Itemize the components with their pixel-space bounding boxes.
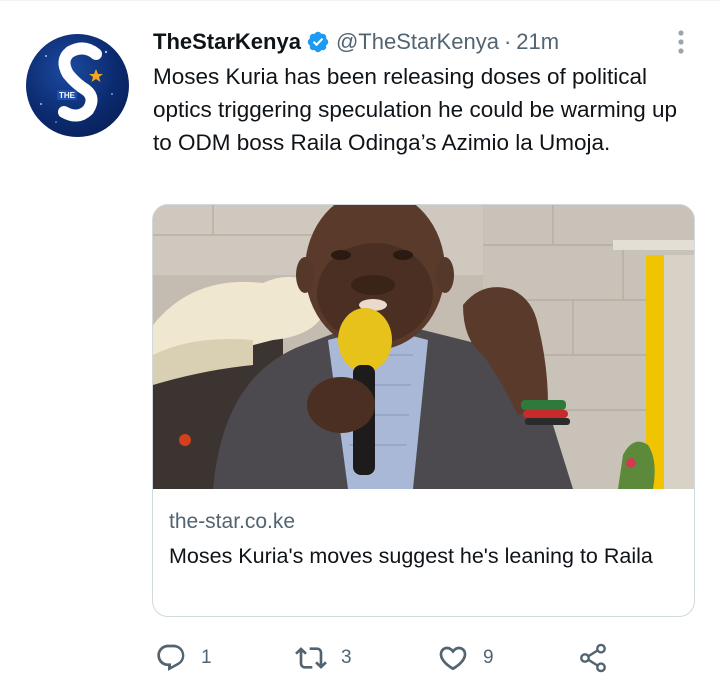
retweet-icon [295,647,327,669]
like-count: 9 [483,647,494,668]
tweet[interactable]: THE TheStarKenya @TheStarKenya · 21m Mos… [0,0,720,684]
tweet-actions: 1 3 9 [155,641,625,675]
card-image[interactable] [153,205,694,489]
share-icon [580,643,606,673]
card-domain: the-star.co.ke [169,510,296,533]
link-card[interactable]: the-star.co.ke Moses Kuria's moves sugge… [152,204,695,617]
avatar[interactable]: THE [26,34,129,137]
card-title[interactable]: Moses Kuria's moves suggest he's leaning… [169,541,679,571]
more-options-icon[interactable] [671,27,691,57]
tweet-text: Moses Kuria has been releasing doses of … [153,64,678,155]
article-photo [153,205,694,489]
display-name[interactable]: TheStarKenya [153,29,301,55]
tweet-header: TheStarKenya @TheStarKenya · 21m [153,27,559,57]
svg-text:THE: THE [59,91,76,100]
star-logo-avatar: THE [40,42,113,123]
verified-badge-icon [307,31,329,53]
timestamp[interactable]: 21m [516,29,559,55]
heart-icon [439,646,467,671]
like-button[interactable]: 9 [437,641,494,675]
separator-dot: · [503,29,512,54]
retweet-count: 3 [341,647,352,668]
user-handle[interactable]: @TheStarKenya [336,29,499,55]
reply-icon [157,644,185,671]
share-button[interactable] [577,641,609,675]
retweet-button[interactable]: 3 [295,641,352,675]
reply-count: 1 [201,647,212,668]
reply-button[interactable]: 1 [155,641,212,675]
